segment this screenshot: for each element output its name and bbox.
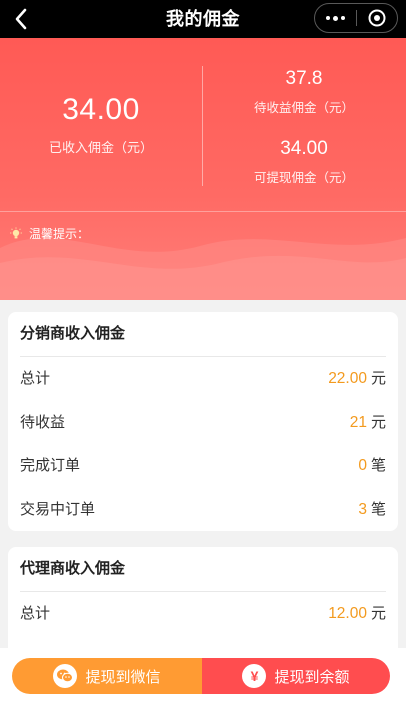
- lightbulb-icon: [10, 227, 22, 238]
- row-label: 交易中订单: [20, 500, 96, 518]
- yuan-icon: ¥: [242, 664, 267, 688]
- received-label: 已收入佣金（元）: [48, 140, 153, 155]
- more-dots-icon: [326, 16, 330, 20]
- withdraw-to-balance-label: 提现到余额: [274, 668, 350, 686]
- row-label: 总计: [20, 370, 51, 387]
- agent-commission-card: 代理商收入佣金 总计 12.00 元: [8, 547, 398, 657]
- pending-amount: 37.8: [285, 68, 323, 89]
- withdraw-to-wechat-label: 提现到微信: [85, 668, 161, 686]
- agent-card-title: 代理商收入佣金: [20, 547, 386, 592]
- row-value: 22.00: [328, 370, 367, 387]
- withdrawable-commission: 34.00 可提现佣金（元）: [202, 138, 406, 186]
- target-close-icon: [368, 9, 386, 27]
- row-unit: 笔: [370, 500, 386, 518]
- distributor-row-pending: 待收益 21 元: [20, 401, 386, 445]
- withdrawable-label: 可提现佣金（元）: [253, 171, 354, 185]
- received-commission: 34.00 已收入佣金（元）: [0, 93, 202, 156]
- row-unit: 元: [370, 413, 386, 431]
- wechat-icon: [53, 664, 78, 688]
- tip-label: 温馨提示：: [29, 227, 90, 241]
- row-value: 0: [358, 457, 367, 474]
- withdraw-to-balance-button[interactable]: ¥ 提现到余额: [202, 658, 390, 694]
- warm-tip: 温馨提示：: [9, 225, 89, 242]
- wave-decoration: [0, 238, 406, 300]
- withdrawable-amount: 34.00: [280, 138, 328, 159]
- mini-program-capsule: [314, 3, 398, 33]
- tip-divider: [0, 211, 406, 212]
- pending-label: 待收益佣金（元）: [253, 101, 354, 115]
- row-unit: 元: [370, 605, 386, 622]
- row-label: 完成订单: [20, 457, 81, 474]
- row-label: 待收益: [20, 413, 66, 431]
- withdraw-to-wechat-button[interactable]: 提现到微信: [12, 658, 202, 694]
- distributor-row-total: 总计 22.00 元: [20, 357, 386, 401]
- commission-summary: 34.00 已收入佣金（元） 37.8 待收益佣金（元） 34.00 可提现佣金…: [0, 38, 406, 300]
- row-unit: 元: [370, 370, 386, 387]
- bottom-action-bar: 提现到微信 ¥ 提现到余额: [0, 648, 406, 704]
- distributor-commission-card: 分销商收入佣金 总计 22.00 元 待收益 21 元 完成订单 0笔 交易中订单 …: [8, 312, 398, 531]
- pending-commission: 37.8 待收益佣金（元）: [202, 68, 406, 116]
- row-unit: 笔: [370, 457, 386, 474]
- row-value: 3: [358, 500, 367, 518]
- received-amount: 34.00: [62, 93, 140, 126]
- top-navigation-bar: 我的佣金: [0, 0, 406, 38]
- distributor-row-trading-orders: 交易中订单 3笔: [20, 488, 386, 532]
- row-value: 21: [349, 413, 367, 431]
- distributor-row-completed-orders: 完成订单 0笔: [20, 444, 386, 488]
- close-mini-program-button[interactable]: [357, 4, 397, 32]
- distributor-card-title: 分销商收入佣金: [20, 312, 386, 357]
- more-button[interactable]: [315, 4, 356, 32]
- row-label: 总计: [20, 605, 51, 622]
- row-value: 12.00: [328, 605, 367, 622]
- agent-row-total: 总计 12.00 元: [20, 592, 386, 636]
